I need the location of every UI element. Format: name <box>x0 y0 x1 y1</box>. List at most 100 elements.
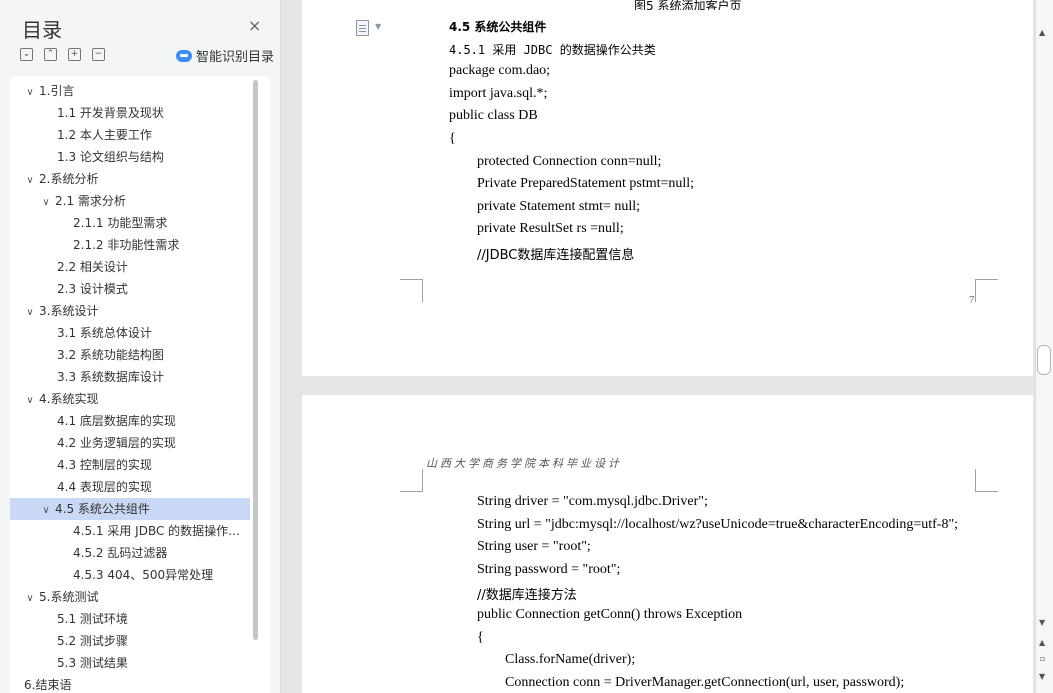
toc-item-label: 5.3 测试结果 <box>57 656 128 670</box>
collapse-all-icon[interactable]: ⌄ <box>20 48 33 61</box>
code-line: private Statement stmt= null; <box>477 198 641 214</box>
scrollbar-thumb[interactable] <box>1037 345 1051 375</box>
page-icon[interactable]: ▫ <box>1040 654 1045 663</box>
figure-caption: 图5 系统添加客户页 <box>634 0 742 10</box>
toc-item[interactable]: 5.1 测试环境 <box>10 608 250 630</box>
toc-item[interactable]: ∨ 2.系统分析 <box>10 168 250 190</box>
smart-toc-label: 智能识别目录 <box>196 50 275 65</box>
toc-item[interactable]: ∨ 2.1 需求分析 <box>10 190 250 212</box>
expand-one-icon[interactable]: ⌃ <box>44 48 57 61</box>
toc-item[interactable]: ∨ 5.系统测试 <box>10 586 250 608</box>
document-area: 图5 系统添加客户页 ▼ 4.5 系统公共组件 4.5.1 采用 JDBC 的数据… <box>300 0 1035 693</box>
code-line: protected Connection conn=null; <box>477 153 662 169</box>
scroll-up-icon[interactable]: ▲ <box>1039 28 1045 37</box>
smart-toc-button[interactable]: 智能识别目录 <box>176 46 274 65</box>
toc-sidebar: 目录 × ⌄ ⌃ + − 智能识别目录 ∨ 1.引言 1.1 开发背景及现状 1.2 … <box>0 0 281 693</box>
toc-item-label: 5.1 测试环境 <box>57 612 128 626</box>
vertical-scrollbar[interactable]: ▲ ▼ ▲ ▫ ▼ <box>1035 0 1053 693</box>
code-line: import java.sql.*; <box>449 85 548 101</box>
toc-item[interactable]: 2.2 相关设计 <box>10 256 250 278</box>
crop-mark <box>400 279 423 302</box>
toc-item[interactable]: 1.3 论文组织与结构 <box>10 146 250 168</box>
page-down-icon[interactable]: ▼ <box>1039 672 1045 681</box>
toc-item[interactable]: 4.5.2 乱码过滤器 <box>10 542 250 564</box>
toc-item-label: 4.5 系统公共组件 <box>55 502 150 516</box>
code-line: String user = "root"; <box>477 539 591 555</box>
close-toc-button[interactable]: × <box>248 17 261 35</box>
toc-item[interactable]: 4.5.1 采用 JDBC 的数据操作公共类 <box>10 520 250 542</box>
toc-item-label: 2.1.2 非功能性需求 <box>73 238 180 252</box>
code-line: { <box>449 131 456 146</box>
crop-mark <box>975 469 998 492</box>
toc-scrollbar[interactable] <box>253 80 258 640</box>
toc-item[interactable]: 2.1.2 非功能性需求 <box>10 234 250 256</box>
document-icon[interactable] <box>356 20 369 36</box>
toc-item[interactable]: ∨ 4.5 系统公共组件 <box>10 498 250 520</box>
toc-item[interactable]: 4.1 底层数据库的实现 <box>10 410 250 432</box>
code-line: Class.forName(driver); <box>505 652 636 668</box>
toc-item[interactable]: 4.4 表现层的实现 <box>10 476 250 498</box>
toc-item[interactable]: ∨ 3.系统设计 <box>10 300 250 322</box>
toc-item-label: 3.系统设计 <box>39 304 99 318</box>
code-line: String driver = "com.mysql.jdbc.Driver"; <box>477 494 708 509</box>
code-line: private ResultSet rs =null; <box>477 221 624 237</box>
page-up-icon[interactable]: ▲ <box>1039 638 1045 647</box>
code-line: //JDBC数据库连接配置信息 <box>477 248 635 263</box>
toc-item[interactable]: 3.2 系统功能结构图 <box>10 344 250 366</box>
code-line: { <box>477 629 484 645</box>
toc-item-label: 1.3 论文组织与结构 <box>57 150 164 164</box>
toc-item[interactable]: 4.3 控制层的实现 <box>10 454 250 476</box>
toc-item-label: 2.2 相关设计 <box>57 260 128 274</box>
toc-item[interactable]: ∨ 4.系统实现 <box>10 388 250 410</box>
code-line: String password = "root"; <box>477 561 621 577</box>
page-number: 7 <box>969 294 975 306</box>
crop-mark <box>975 279 998 302</box>
toc-item[interactable]: 1.2 本人主要工作 <box>10 124 250 146</box>
toc-item-label: 4.3 控制层的实现 <box>57 458 152 472</box>
scroll-down-icon[interactable]: ▼ <box>1039 618 1045 627</box>
chevron-down-icon[interactable]: ∨ <box>40 192 52 212</box>
subsection-heading: 4.5.1 采用 JDBC 的数据操作公共类 <box>449 42 656 57</box>
toc-item-label: 2.1.1 功能型需求 <box>73 216 168 230</box>
toc-item-label: 4.2 业务逻辑层的实现 <box>57 436 176 450</box>
expand-all-icon[interactable]: + <box>68 48 81 61</box>
chevron-down-icon[interactable]: ∨ <box>24 82 36 102</box>
toc-item-label: 3.3 系统数据库设计 <box>57 370 164 384</box>
toc-item[interactable]: 4.2 业务逻辑层的实现 <box>10 432 250 454</box>
toc-item-label: 4.5.2 乱码过滤器 <box>73 546 168 560</box>
toc-item-label: 4.5.3 404、500异常处理 <box>73 568 214 582</box>
toc-list: ∨ 1.引言 1.1 开发背景及现状 1.2 本人主要工作 1.3 论文组织与结构 ∨ 2.… <box>10 80 250 693</box>
toc-item-label: 1.引言 <box>39 84 75 98</box>
toc-item[interactable]: 5.2 测试步骤 <box>10 630 250 652</box>
chevron-down-icon[interactable]: ∨ <box>24 588 36 608</box>
toc-item[interactable]: 2.1.1 功能型需求 <box>10 212 250 234</box>
toc-item-label: 4.5.1 采用 JDBC 的数据操作公共类 <box>73 524 250 538</box>
crop-mark <box>400 469 423 492</box>
code-line: public Connection getConn() throws Excep… <box>477 607 743 622</box>
chevron-down-icon[interactable]: ∨ <box>24 390 36 410</box>
document-page: 图5 系统添加客户页 ▼ 4.5 系统公共组件 4.5.1 采用 JDBC 的数据… <box>302 0 1033 376</box>
toc-item[interactable]: ∨ 1.引言 <box>10 80 250 102</box>
toc-item[interactable]: 2.3 设计模式 <box>10 278 250 300</box>
toc-panel: ∨ 1.引言 1.1 开发背景及现状 1.2 本人主要工作 1.3 论文组织与结构 ∨ 2.… <box>10 76 270 693</box>
document-page: 山西大学商务学院本科毕业设计 String driver = "com.mysq… <box>302 395 1033 693</box>
chevron-down-icon[interactable]: ∨ <box>24 302 36 322</box>
code-line: String url = "jdbc:mysql://localhost/wz?… <box>477 516 959 532</box>
chevron-down-icon[interactable]: ∨ <box>40 500 52 520</box>
chevron-down-icon[interactable]: ∨ <box>24 170 36 190</box>
toc-item[interactable]: 4.5.3 404、500异常处理 <box>10 564 250 586</box>
collapse-one-icon[interactable]: − <box>92 48 105 61</box>
cloud-icon <box>176 49 192 62</box>
chevron-down-icon[interactable]: ▼ <box>375 22 381 31</box>
toc-item-label: 6.结束语 <box>24 678 72 692</box>
toc-item-label: 2.3 设计模式 <box>57 282 128 296</box>
toc-item[interactable]: 3.1 系统总体设计 <box>10 322 250 344</box>
toc-item[interactable]: 6.结束语 <box>10 674 250 693</box>
toc-item[interactable]: 5.3 测试结果 <box>10 652 250 674</box>
toc-item[interactable]: 3.3 系统数据库设计 <box>10 366 250 388</box>
toc-item-label: 1.2 本人主要工作 <box>57 128 152 142</box>
page-header: 山西大学商务学院本科毕业设计 <box>426 457 622 470</box>
toc-item-label: 1.1 开发背景及现状 <box>57 106 164 120</box>
toc-item[interactable]: 1.1 开发背景及现状 <box>10 102 250 124</box>
toc-item-label: 4.系统实现 <box>39 392 99 406</box>
